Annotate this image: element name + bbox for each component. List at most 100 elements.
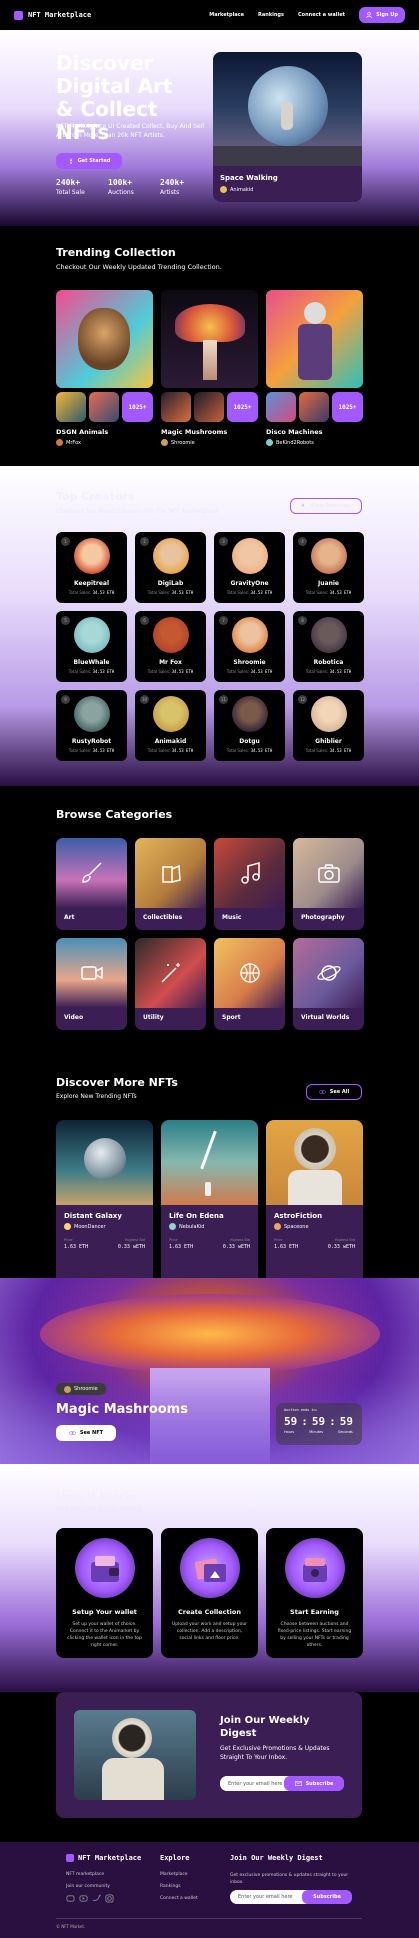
- creator-card[interactable]: 6 Mr Fox Total Sales: 34.53 ETH: [135, 611, 206, 682]
- nav-link-rankings[interactable]: Rankings: [258, 12, 284, 18]
- nft-artist[interactable]: Spaceone: [266, 1220, 363, 1230]
- category-photography[interactable]: Photography: [293, 838, 364, 930]
- banner-artist[interactable]: Shroomie: [56, 1383, 106, 1395]
- sales-value: 34.53 ETH: [171, 748, 194, 753]
- brand-logo[interactable]: NFT Marketplace: [14, 10, 91, 20]
- step-card: Start Earning Choose between auctions an…: [266, 1528, 363, 1658]
- spacesuit-image: [288, 1170, 342, 1205]
- storefront-icon: [66, 1854, 74, 1862]
- collection-more-count[interactable]: 1025+: [122, 392, 153, 422]
- avatar: [73, 538, 110, 574]
- timer-minutes: 59: [311, 1415, 326, 1428]
- collection-card[interactable]: 1025+ Magic Mushrooms Shroomie: [161, 290, 258, 446]
- digest-text: Get exclusive promotions & updates strai…: [230, 1873, 349, 1885]
- planet-image: [84, 1138, 126, 1180]
- mushroom-cap: [175, 304, 245, 342]
- sales-label: Total Sales:: [226, 590, 250, 595]
- creator-name: Mr Fox: [159, 659, 182, 666]
- collection-thumb: [89, 392, 119, 422]
- bid-label: Highest Bid: [124, 1238, 145, 1242]
- nav-link-connect-wallet[interactable]: Connect a wallet: [298, 12, 345, 18]
- view-rankings-button[interactable]: View Rankings: [290, 498, 362, 514]
- category-utility[interactable]: Utility: [135, 938, 206, 1030]
- swatches-icon: [158, 860, 184, 886]
- timer-seconds: 59: [339, 1415, 353, 1428]
- discord-icon[interactable]: [66, 1894, 75, 1903]
- step-card: Setup Your wallet Set up your wallet of …: [56, 1528, 153, 1658]
- nft-card[interactable]: AstroFiction Spaceone Price Highest Bid 1…: [266, 1120, 363, 1286]
- see-nft-button[interactable]: See NFT: [56, 1425, 116, 1441]
- creator-card[interactable]: 5 BlueWhale Total Sales: 34.53 ETH: [56, 611, 127, 682]
- category-collectibles[interactable]: Collectibles: [135, 838, 206, 930]
- hero-artwork: [213, 52, 362, 166]
- footer-link-rankings[interactable]: Rankings: [160, 1884, 181, 1889]
- get-started-button[interactable]: Get Started: [56, 153, 122, 169]
- collection-artist[interactable]: Shroomie: [161, 439, 258, 446]
- hero-card-artist[interactable]: Animakid: [213, 182, 362, 197]
- creator-card[interactable]: 2 DigiLab Total Sales: 34.53 ETH: [135, 532, 206, 603]
- collection-artist[interactable]: MrFox: [56, 439, 153, 446]
- instagram-icon[interactable]: [105, 1894, 114, 1903]
- twitter-icon[interactable]: [92, 1894, 101, 1903]
- category-sport[interactable]: Sport: [214, 938, 285, 1030]
- nav-link-marketplace[interactable]: Marketplace: [209, 12, 244, 18]
- creator-card[interactable]: 7 Shroomie Total Sales: 34.53 ETH: [214, 611, 285, 682]
- creator-rank: 4: [298, 537, 307, 546]
- footer-link-connect-wallet[interactable]: Connect a wallet: [160, 1896, 198, 1901]
- creator-sales: Total Sales: 34.53 ETH: [56, 748, 127, 753]
- signup-button[interactable]: Sign Up: [359, 7, 405, 23]
- nft-artist[interactable]: NebulaKid: [161, 1220, 258, 1230]
- category-art[interactable]: Art: [56, 838, 127, 930]
- step-text: Upload your work and setup your collecti…: [171, 1622, 248, 1641]
- sales-label: Total Sales:: [68, 590, 92, 595]
- subscribe-button[interactable]: Subscribe: [284, 1776, 344, 1791]
- category-virtual-worlds[interactable]: Virtual Worlds: [293, 938, 364, 1030]
- creator-card[interactable]: 11 Dotgu Total Sales: 34.53 ETH: [214, 690, 285, 761]
- collection-name: DSGN Animals: [56, 428, 109, 436]
- creator-name: Animakid: [154, 738, 187, 745]
- category-video[interactable]: Video: [56, 938, 127, 1030]
- collection-artist[interactable]: BeKind2Robots: [266, 439, 363, 446]
- collection-card[interactable]: 1025+ DSGN Animals MrFox: [56, 290, 153, 446]
- creator-card[interactable]: 3 GravityOne Total Sales: 34.53 ETH: [214, 532, 285, 603]
- footer-brand[interactable]: NFT Marketplace: [66, 1854, 141, 1862]
- footer-subscribe-button[interactable]: Subscribe: [302, 1890, 352, 1904]
- nft-artist[interactable]: MoonDancer: [56, 1220, 153, 1230]
- collection-card[interactable]: 1025+ Disco Machines BeKind2Robots: [266, 290, 363, 446]
- creator-card[interactable]: 9 RustyRobot Total Sales: 34.53 ETH: [56, 690, 127, 761]
- avatar: [56, 439, 63, 446]
- view-rankings-label: View Rankings: [310, 503, 352, 509]
- artist-name: BeKind2Robots: [276, 439, 314, 446]
- see-all-button[interactable]: See All: [306, 1084, 362, 1100]
- category-label: Art: [64, 914, 75, 921]
- youtube-icon[interactable]: [79, 1894, 88, 1903]
- avatar: [310, 538, 347, 574]
- creator-card[interactable]: 8 Robotica Total Sales: 34.53 ETH: [293, 611, 364, 682]
- category-music[interactable]: Music: [214, 838, 285, 930]
- avatar: [73, 696, 110, 732]
- creator-card[interactable]: 12 Ghiblier Total Sales: 34.53 ETH: [293, 690, 364, 761]
- creator-name: RustyRobot: [71, 738, 112, 745]
- stat-label: Total Sale: [56, 189, 85, 196]
- creator-name: GravityOne: [230, 580, 269, 587]
- creator-rank: 10: [140, 695, 149, 704]
- see-nft-label: See NFT: [79, 1430, 104, 1436]
- subscribe-subtitle: Get Exclusive Promotions & Updates Strai…: [220, 1745, 330, 1761]
- sales-value: 34.53 ETH: [329, 590, 352, 595]
- creator-sales: Total Sales: 34.53 ETH: [56, 669, 127, 674]
- category-label: Virtual Worlds: [301, 1014, 350, 1021]
- sales-label: Total Sales:: [147, 590, 171, 595]
- nft-card[interactable]: Life On Edena NebulaKid Price Highest Bid…: [161, 1120, 258, 1286]
- earning-icon: [284, 1538, 345, 1598]
- timer-hours: 59: [284, 1415, 298, 1428]
- hero-featured-card[interactable]: Space Walking Animakid: [213, 52, 362, 202]
- collection-more-count[interactable]: 1025+: [332, 392, 363, 422]
- collection-more-count[interactable]: 1025+: [227, 392, 258, 422]
- creator-card[interactable]: 10 Animakid Total Sales: 34.53 ETH: [135, 690, 206, 761]
- featured-banner: Shroomie Magic Mashrooms See NFT Auction…: [0, 1278, 419, 1464]
- creator-card[interactable]: 1 Keepitreal Total Sales: 34.53 ETH: [56, 532, 127, 603]
- nft-card[interactable]: Distant Galaxy MoonDancer Price Highest B…: [56, 1120, 153, 1286]
- creator-card[interactable]: 4 Juanie Total Sales: 34.53 ETH: [293, 532, 364, 603]
- footer: NFT Marketplace NFT marketplace Join our…: [0, 1842, 419, 1938]
- footer-link-marketplace[interactable]: Marketplace: [160, 1872, 188, 1877]
